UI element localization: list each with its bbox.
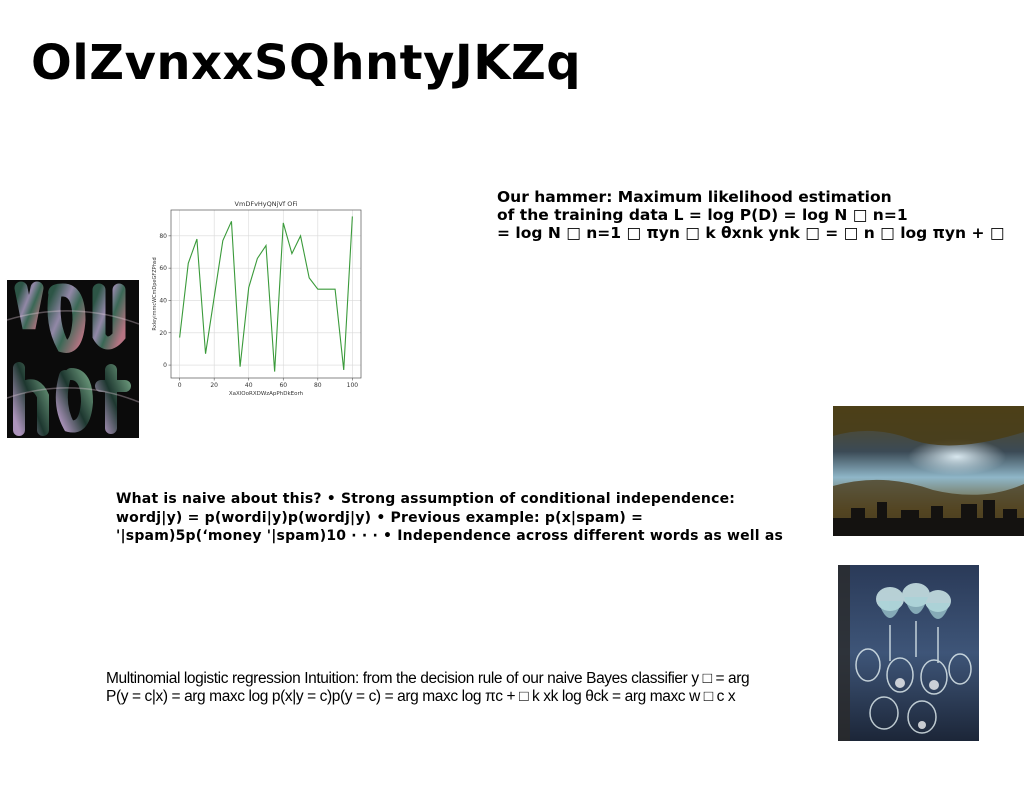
text-block-naive: What is naive about this? • Strong assum…	[116, 490, 816, 546]
y-tick-label: 20	[159, 330, 167, 337]
x-tick-label: 60	[279, 382, 287, 389]
x-tick-label: 0	[178, 382, 182, 389]
x-axis-label: XaXlOoRXDWzApPhDkEorh	[229, 391, 304, 397]
y-tick-label: 40	[159, 297, 167, 304]
text-line: Our hammer: Maximum likelihood estimatio…	[497, 188, 892, 206]
y-tick-label: 80	[159, 233, 167, 240]
x-tick-label: 100	[347, 382, 359, 389]
x-tick-label: 40	[245, 382, 253, 389]
abstract-lettering-image	[7, 280, 139, 438]
y-tick-label: 0	[163, 362, 167, 369]
wine-glasses-photo	[838, 565, 979, 741]
text-line: '|spam)5p(‘money '|spam)10 · · · • Indep…	[116, 528, 784, 544]
series-line	[179, 216, 353, 372]
y-axis-label: RxleyimmcWCmDpeGFZPhsd	[152, 257, 158, 330]
plot-frame	[170, 209, 362, 379]
wine-glasses-graphic	[838, 565, 979, 741]
text-block-logistic: Multinomial logistic regression Intuitio…	[106, 670, 826, 706]
abstract-lettering-graphic	[7, 280, 139, 438]
chart-title: VmDFvHyQNjVf OFi	[235, 200, 298, 208]
text-line: wordj|y) = p(wordi|y)p(wordj|y) • Previo…	[116, 509, 644, 526]
text-block-mle: Our hammer: Maximum likelihood estimatio…	[497, 188, 1022, 242]
text-line: = log N □ n=1 □ πyn □ k θxnk ynk □ = □ n…	[497, 224, 1005, 242]
city-sky-photo	[833, 406, 1024, 536]
city-sky-graphic	[833, 406, 1024, 536]
page-title: OlZvnxxSQhntyJKZq	[31, 35, 582, 91]
text-line: P(y = c|x) = arg maxc log p(x|y = c)p(y …	[106, 688, 736, 705]
x-tick-label: 20	[210, 382, 218, 389]
text-line: Multinomial logistic regression Intuitio…	[106, 670, 750, 687]
x-tick-label: 80	[314, 382, 322, 389]
text-line: of the training data L = log P(D) = log …	[497, 206, 908, 224]
text-line: What is naive about this? • Strong assum…	[116, 491, 736, 507]
line-chart: 0 20 40 60 80 100 0 20 40 60 80 VmDFvHyQNjVf OFi XaX…	[148, 196, 370, 400]
line-chart-svg: 0 20 40 60 80 100 0 20 40 60 80 VmDFvHyQNjVf OFi XaX…	[152, 200, 362, 397]
y-tick-label: 60	[159, 265, 167, 272]
